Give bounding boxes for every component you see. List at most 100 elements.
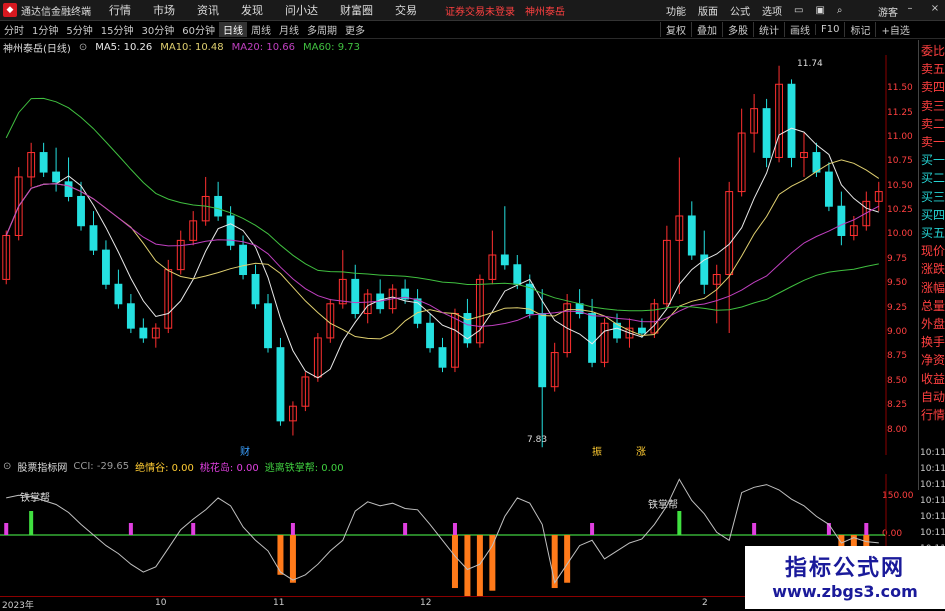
app-logo-icon: ◆	[3, 3, 17, 17]
tab-fenshi[interactable]: 分时	[0, 22, 28, 37]
candle-body[interactable]	[102, 249, 110, 285]
price-tick-label: 8.75	[887, 351, 908, 362]
candle-body[interactable]	[812, 152, 821, 173]
candle-body[interactable]	[837, 205, 846, 236]
candle-body[interactable]	[538, 313, 547, 388]
price-tick-label: 11.50	[887, 83, 913, 94]
tzb-bar	[677, 511, 682, 535]
candle-body[interactable]	[824, 171, 833, 207]
tool-buttons: 复权 叠加 多股 统计 画线 F10 标记 +自选	[660, 21, 915, 38]
jqg-bar	[464, 535, 471, 596]
candle-body[interactable]	[426, 322, 434, 349]
tab-1min[interactable]: 1分钟	[28, 22, 62, 37]
settings-icon[interactable]: ⊙	[79, 42, 87, 53]
candle-body[interactable]	[64, 181, 73, 197]
zhen-marker: 振	[592, 447, 602, 458]
period-toolbar: 分时 1分钟 5分钟 15分钟 30分钟 60分钟 日线 周线 月线 多周期 更…	[0, 21, 945, 39]
menu-item-jiaoyi[interactable]: 交易	[395, 2, 417, 18]
candle-body[interactable]	[762, 108, 771, 158]
tzb-label: 逃离铁掌帮: 0.00	[264, 462, 344, 474]
price-tick-label: 9.50	[887, 278, 908, 289]
candle-body[interactable]	[114, 283, 123, 305]
menu-item-gongshi[interactable]: 公式	[730, 3, 750, 18]
orderbook-label: 涨跌	[921, 262, 945, 277]
menu-item-shichang[interactable]: 市场	[153, 2, 175, 18]
f10-button[interactable]: F10	[815, 24, 844, 35]
thd-bar	[191, 523, 196, 535]
candle-body[interactable]	[126, 303, 135, 329]
candle-body[interactable]	[89, 225, 98, 251]
orderbook-label: 卖三	[921, 98, 945, 113]
candle-body[interactable]	[239, 244, 247, 276]
ma60-line	[5, 97, 879, 312]
candle-body[interactable]	[638, 327, 646, 334]
tongji-button[interactable]: 统计	[753, 22, 784, 37]
minimize-icon[interactable]: –	[905, 4, 915, 14]
candle-body[interactable]	[139, 327, 148, 339]
menu-item-gongneng[interactable]: 功能	[666, 3, 686, 18]
candle-body[interactable]	[52, 171, 61, 183]
orderbook-label: 买二	[921, 171, 945, 186]
indicator-settings-icon[interactable]: ⊙	[3, 461, 11, 472]
close-icon[interactable]: ×	[930, 4, 940, 14]
candle-body[interactable]	[687, 215, 696, 256]
price-tick-label: 10.25	[887, 205, 913, 216]
candle-body[interactable]	[39, 152, 48, 173]
login-status[interactable]: 证券交易未登录	[445, 3, 515, 18]
tiezhangbang-annotation-1: 铁掌帮	[20, 493, 50, 504]
thd-bar	[290, 523, 295, 535]
tab-multi-period[interactable]: 多周期	[303, 22, 341, 37]
duogu-button[interactable]: 多股	[722, 22, 753, 37]
candle-body[interactable]	[251, 274, 260, 305]
tab-5min[interactable]: 5分钟	[62, 22, 96, 37]
jqg-bar	[289, 535, 296, 583]
menu-item-caifuquan[interactable]: 财富圈	[340, 2, 373, 18]
menu-item-faxian[interactable]: 发现	[241, 2, 263, 18]
candle-body[interactable]	[264, 303, 272, 349]
candle-body[interactable]	[214, 195, 223, 217]
orderbook-time: 10:11	[920, 448, 945, 458]
menu-item-wenxiaoda[interactable]: 问小达	[285, 2, 318, 18]
diejia-button[interactable]: 叠加	[691, 22, 722, 37]
tab-daily[interactable]: 日线	[218, 22, 247, 37]
search-icon[interactable]: ⌕	[837, 5, 843, 16]
menu-item-banmian[interactable]: 版面	[698, 3, 718, 18]
tab-more[interactable]: 更多	[341, 22, 369, 37]
menu-item-xuanxiang[interactable]: 选项	[762, 3, 782, 18]
fuquan-button[interactable]: 复权	[660, 22, 691, 37]
tab-monthly[interactable]: 月线	[275, 22, 303, 37]
candle-body[interactable]	[77, 195, 85, 227]
tab-30min[interactable]: 30分钟	[137, 22, 178, 37]
ma5-label: MA5: 10.26	[95, 42, 153, 53]
expand-icon[interactable]: ▭	[794, 5, 803, 16]
candle-body[interactable]	[513, 264, 522, 285]
thd-bar	[128, 523, 133, 535]
tab-weekly[interactable]: 周线	[247, 22, 275, 37]
tab-60min[interactable]: 60分钟	[178, 22, 219, 37]
tab-15min[interactable]: 15分钟	[97, 22, 138, 37]
biaoji-button[interactable]: 标记	[844, 22, 875, 37]
chat-icon[interactable]: ▣	[815, 5, 824, 16]
menu-item-hangqing[interactable]: 行情	[109, 2, 131, 18]
candle-body[interactable]	[351, 278, 360, 315]
orderbook-time: 10:11	[920, 528, 945, 538]
menu-item-zixun[interactable]: 资讯	[197, 2, 219, 18]
guest-label[interactable]: 游客	[878, 4, 898, 19]
candle-body[interactable]	[588, 313, 597, 363]
orderbook-label: 收益	[921, 371, 945, 386]
thd-bar	[403, 523, 408, 535]
add-watchlist-button[interactable]: +自选	[875, 22, 914, 37]
cai-marker: 财	[240, 447, 250, 458]
candle-body[interactable]	[438, 347, 447, 368]
thd-bar	[452, 523, 457, 535]
candle-body[interactable]	[500, 254, 509, 266]
x-label-10: 10	[155, 598, 167, 608]
price-tick-label: 11.25	[887, 107, 913, 118]
huaxian-button[interactable]: 画线	[784, 22, 815, 37]
jqg-label: 绝情谷: 0.00	[135, 462, 194, 474]
candle-body[interactable]	[787, 83, 796, 158]
candle-body[interactable]	[276, 347, 285, 422]
price-tick-label: 9.25	[887, 302, 908, 313]
candlestick-chart[interactable]	[0, 55, 918, 455]
orderbook-label: 换手	[921, 335, 945, 350]
